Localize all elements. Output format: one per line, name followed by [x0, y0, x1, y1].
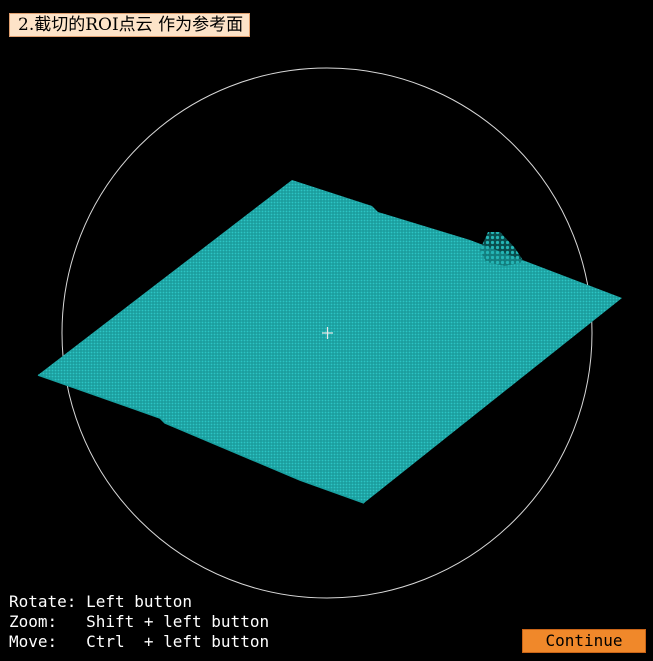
help-text: Rotate: Left button Zoom: Shift + left b… — [9, 592, 269, 652]
point-cloud-artifact — [480, 232, 524, 266]
3d-viewport[interactable] — [0, 0, 653, 661]
help-rotate: Rotate: Left button — [9, 592, 193, 611]
help-zoom: Zoom: Shift + left button — [9, 612, 270, 631]
window-title: 2.截切的ROI点云 作为参考面 — [9, 13, 251, 37]
help-move: Move: Ctrl + left button — [9, 632, 270, 651]
point-cloud-surface — [38, 180, 622, 503]
continue-button[interactable]: Continue — [522, 629, 646, 653]
